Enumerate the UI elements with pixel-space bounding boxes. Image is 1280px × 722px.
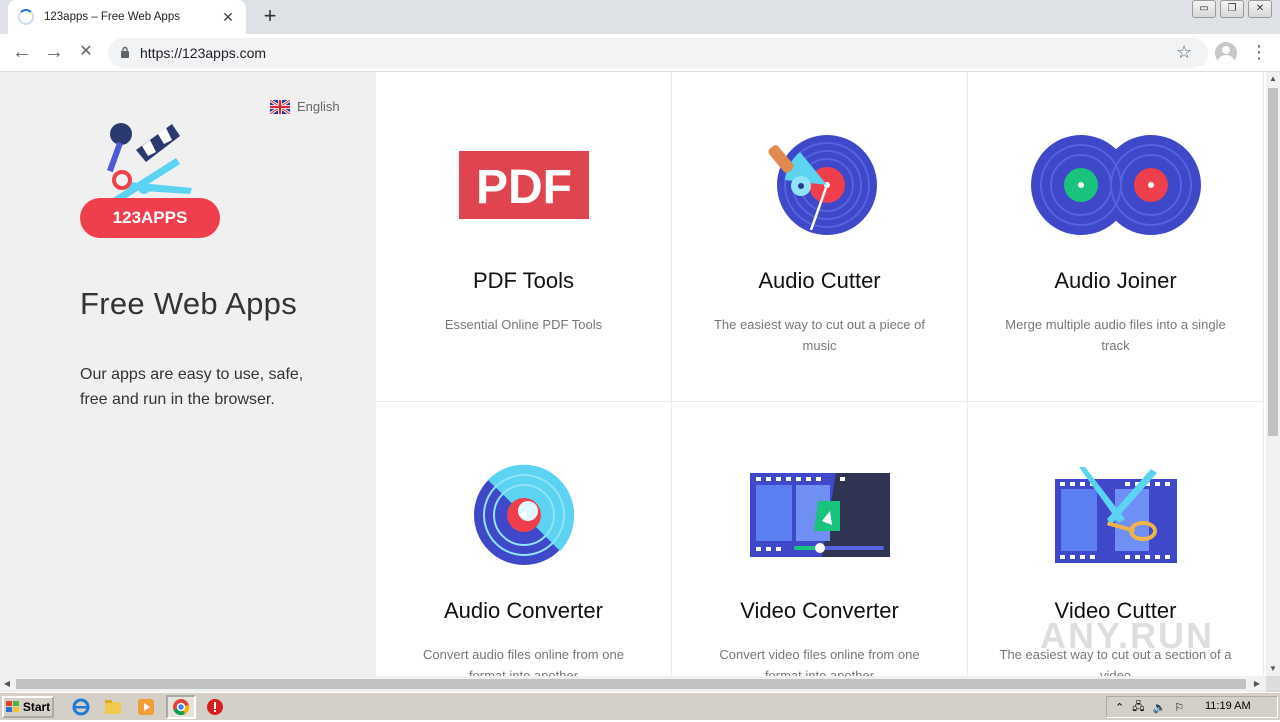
app-title[interactable]: Audio Cutter: [672, 268, 967, 294]
media-player-icon[interactable]: [137, 698, 155, 716]
app-title[interactable]: PDF Tools: [376, 268, 671, 294]
scroll-left-arrow-icon[interactable]: ◀: [0, 677, 14, 691]
system-tray: ⌃ 🖧 🔈 ⚐: [1106, 696, 1278, 718]
chrome-icon: [173, 699, 190, 716]
profile-avatar[interactable]: [1215, 42, 1237, 64]
windows-taskbar: Start ⌃ 🖧 🔈 ⚐ 11:19 AM: [0, 692, 1280, 720]
sidebar: English 123APPS Free Web Apps Our apps a…: [0, 72, 376, 676]
page-viewport: English 123APPS Free Web Apps Our apps a…: [0, 72, 1266, 676]
app-description: Convert audio files online from one form…: [423, 647, 624, 676]
video-cutter-icon: [1054, 467, 1177, 563]
forward-button[interactable]: →: [40, 39, 68, 67]
browser-tabstrip: 123apps – Free Web Apps ✕ + ▭ ❐ ✕: [0, 0, 1280, 34]
bookmark-star-icon[interactable]: ☆: [1176, 42, 1192, 63]
app-description: The easiest way to cut out a piece of mu…: [713, 317, 925, 353]
tab-close-icon[interactable]: ✕: [220, 9, 236, 26]
close-window-button[interactable]: ✕: [1248, 0, 1272, 18]
language-selector[interactable]: English: [270, 99, 340, 114]
language-label: English: [297, 99, 340, 114]
address-bar[interactable]: https://123apps.com: [108, 38, 1208, 68]
volume-icon[interactable]: 🔈: [1152, 701, 1166, 714]
app-card-audio-converter[interactable]: Audio Converter Convert audio files onli…: [376, 402, 672, 676]
new-tab-button[interactable]: +: [258, 5, 282, 29]
taskbar-clock[interactable]: 11:19 AM: [1205, 700, 1251, 712]
pdf-icon-text: PDF: [476, 161, 572, 214]
browser-tab[interactable]: 123apps – Free Web Apps ✕: [8, 0, 246, 34]
stop-app-icon[interactable]: [206, 698, 224, 716]
app-card-audio-joiner[interactable]: Audio Joiner Merge multiple audio files …: [968, 72, 1264, 402]
horizontal-scroll-thumb[interactable]: [16, 679, 1246, 689]
horizontal-scrollbar[interactable]: ◀ ▶: [0, 676, 1266, 692]
vertical-scrollbar[interactable]: ▲ ▼: [1266, 72, 1280, 676]
app-description: Merge multiple audio files into a single…: [1005, 317, 1226, 353]
lock-icon: [120, 46, 130, 61]
uk-flag-icon: [270, 99, 290, 114]
app-title[interactable]: Video Converter: [672, 598, 967, 624]
apps-grid: PDF PDF Tools Essential Online PDF Tools: [376, 72, 1266, 676]
windows-logo-icon: [5, 701, 19, 712]
app-card-pdf-tools[interactable]: PDF PDF Tools Essential Online PDF Tools: [376, 72, 672, 402]
scroll-right-arrow-icon[interactable]: ▶: [1250, 677, 1264, 691]
app-description: Essential Online PDF Tools: [444, 317, 603, 332]
minimize-button[interactable]: ▭: [1192, 0, 1216, 18]
stop-loading-button[interactable]: ✕: [72, 39, 100, 67]
scroll-down-arrow-icon[interactable]: ▼: [1266, 662, 1280, 676]
scrollbar-corner: [1266, 676, 1280, 692]
video-converter-icon: [749, 473, 890, 557]
audio-converter-icon: [473, 464, 574, 565]
app-card-video-converter[interactable]: Video Converter Convert video files onli…: [672, 402, 968, 676]
tray-arrow-icon[interactable]: ⌃: [1115, 701, 1124, 714]
audio-joiner-icon: [1030, 135, 1201, 235]
scroll-up-arrow-icon[interactable]: ▲: [1266, 72, 1280, 86]
action-center-flag-icon[interactable]: ⚐: [1174, 701, 1184, 714]
page-description: Our apps are easy to use, safe, free and…: [80, 366, 304, 408]
tab-title: 123apps – Free Web Apps: [44, 11, 180, 23]
start-button[interactable]: Start: [2, 696, 54, 718]
network-icon[interactable]: 🖧: [1132, 698, 1144, 717]
loading-spinner-icon: [18, 9, 34, 25]
start-label: Start: [22, 700, 51, 714]
back-button[interactable]: ←: [8, 39, 36, 67]
restore-button[interactable]: ❐: [1220, 0, 1244, 18]
app-title[interactable]: Audio Converter: [376, 598, 671, 624]
browser-menu-icon[interactable]: ⋮: [1250, 42, 1268, 63]
logo-text: 123APPS: [113, 208, 188, 227]
page-title: Free Web Apps: [80, 286, 297, 321]
app-card-audio-cutter[interactable]: Audio Cutter The easiest way to cut out …: [672, 72, 968, 402]
app-title[interactable]: Audio Joiner: [968, 268, 1263, 294]
internet-explorer-icon[interactable]: [72, 698, 90, 716]
audio-cutter-icon: [767, 135, 877, 235]
chrome-taskbar-button[interactable]: [166, 695, 196, 719]
123apps-logo[interactable]: 123APPS: [80, 122, 222, 238]
browser-toolbar: ← → ✕ https://123apps.com ☆ ⋮: [0, 34, 1280, 72]
file-explorer-icon[interactable]: [104, 698, 122, 716]
vertical-scroll-thumb[interactable]: [1268, 88, 1278, 436]
window-controls: ▭ ❐ ✕: [1192, 0, 1272, 18]
watermark: ANY.RUN: [1040, 615, 1215, 656]
pdf-icon: PDF: [458, 151, 589, 219]
url-text[interactable]: https://123apps.com: [140, 45, 266, 61]
app-description: Convert video files online from one form…: [719, 647, 920, 676]
